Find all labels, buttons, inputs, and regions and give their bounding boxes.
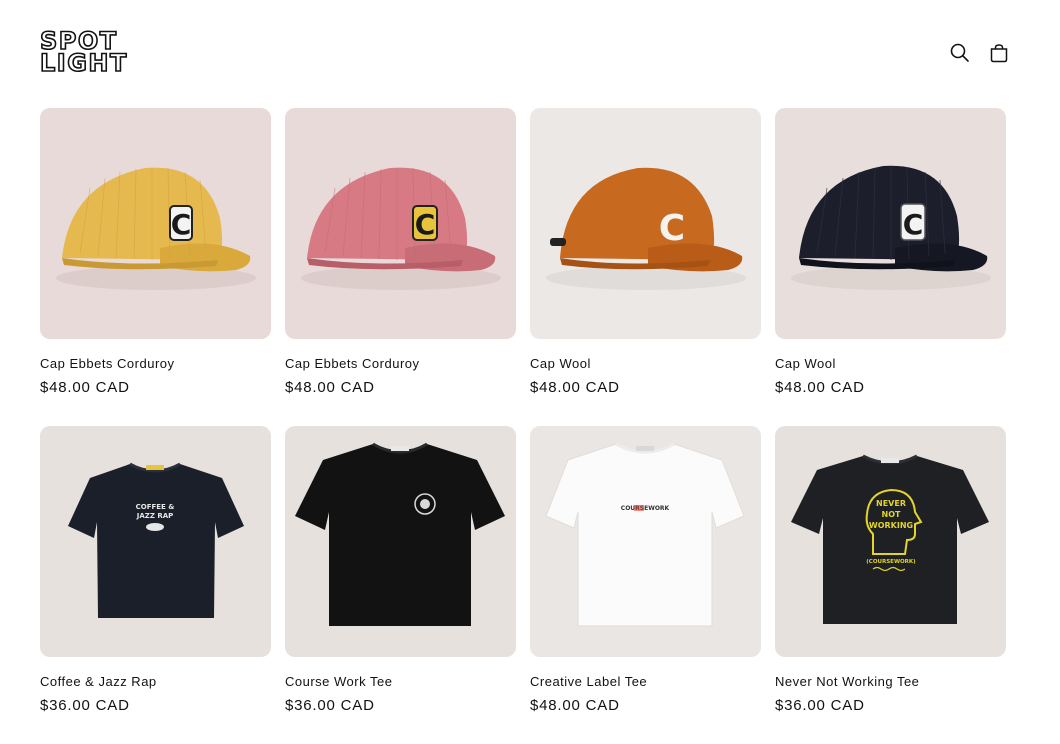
svg-text:C: C (171, 208, 192, 241)
tee-print-line-2: JAZZ RAP (136, 512, 174, 520)
product-price: $36.00 CAD (40, 697, 130, 714)
tee-print-line-1: NEVER (876, 499, 906, 508)
product-image-course-work-tee[interactable] (285, 426, 516, 657)
product-card[interactable]: C Cap Ebbets Corduroy $48.00 CAD (40, 108, 271, 426)
product-card[interactable]: C Cap Wool $48.00 CAD (775, 108, 1006, 426)
product-title[interactable]: Course Work Tee (285, 673, 516, 691)
tee-print-line-4: (COURSEWORK) (866, 559, 916, 565)
svg-text:C: C (415, 208, 436, 241)
product-image-never-not-working-tee[interactable]: NEVER NOT WORKING (COURSEWORK) (775, 426, 1006, 657)
product-price: $36.00 CAD (775, 697, 865, 714)
product-title[interactable]: Cap Wool (775, 355, 1006, 373)
product-price: $48.00 CAD (40, 379, 130, 396)
logo-line-2: LIGHT (39, 49, 128, 77)
tee-print-label: COURSEWORK (621, 505, 670, 512)
product-card[interactable]: COFFEE & JAZZ RAP Coffee & Jazz Rap $36.… (40, 426, 271, 744)
product-image-pink-cap[interactable]: C (285, 108, 516, 339)
product-image-creative-label-tee[interactable]: COURSEWORK (530, 426, 761, 657)
site-logo[interactable]: SPOT LIGHT (39, 28, 128, 77)
product-card[interactable]: Course Work Tee $36.00 CAD (285, 426, 516, 744)
product-image-coffee-jazz-tee[interactable]: COFFEE & JAZZ RAP (40, 426, 271, 657)
svg-text:C: C (659, 208, 685, 249)
product-image-orange-cap[interactable]: C (530, 108, 761, 339)
search-icon[interactable] (945, 38, 975, 68)
product-card[interactable]: COURSEWORK Creative Label Tee $48.00 CAD (530, 426, 761, 744)
product-image-navy-cap[interactable]: C (775, 108, 1006, 339)
product-card[interactable]: C Cap Wool $48.00 CAD (530, 108, 761, 426)
product-title[interactable]: Never Not Working Tee (775, 673, 1006, 691)
product-title[interactable]: Coffee & Jazz Rap (40, 673, 271, 691)
product-grid: C Cap Ebbets Corduroy $48.00 CAD C Cap E… (40, 108, 1006, 744)
tee-print-line-2: NOT (882, 510, 901, 519)
product-title[interactable]: Creative Label Tee (530, 673, 761, 691)
product-price: $48.00 CAD (775, 379, 865, 396)
tee-print-line-3: WORKING (869, 521, 913, 530)
product-price: $48.00 CAD (285, 379, 375, 396)
cart-icon[interactable] (984, 38, 1014, 68)
svg-text:C: C (903, 208, 924, 241)
product-price: $36.00 CAD (285, 697, 375, 714)
product-price: $48.00 CAD (530, 697, 620, 714)
product-card[interactable]: C Cap Ebbets Corduroy $48.00 CAD (285, 108, 516, 426)
product-title[interactable]: Cap Ebbets Corduroy (285, 355, 516, 373)
site-header: SPOT LIGHT (0, 0, 1060, 100)
product-image-yellow-cap[interactable]: C (40, 108, 271, 339)
product-price: $48.00 CAD (530, 379, 620, 396)
product-title[interactable]: Cap Wool (530, 355, 761, 373)
product-title[interactable]: Cap Ebbets Corduroy (40, 355, 271, 373)
tee-print-line-1: COFFEE & (136, 503, 175, 511)
product-card[interactable]: NEVER NOT WORKING (COURSEWORK) Never Not… (775, 426, 1006, 744)
